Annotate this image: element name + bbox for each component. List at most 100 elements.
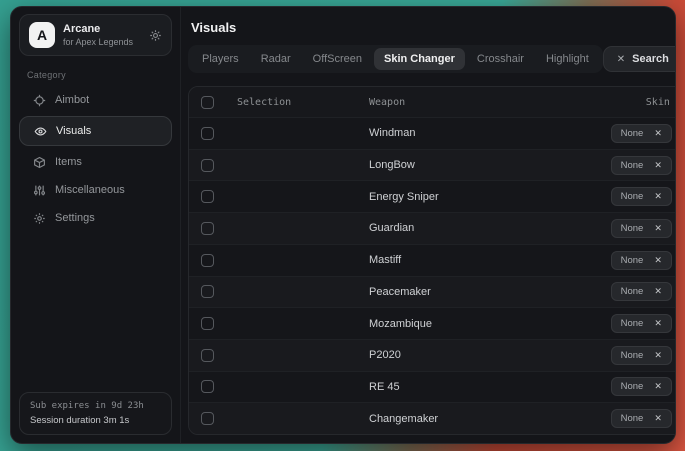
gear-icon <box>33 212 46 225</box>
search-button-label: Search <box>632 53 669 65</box>
column-header-skin: Skin <box>646 97 672 108</box>
sidebar-item-label: Items <box>55 156 82 168</box>
search-icon: ✕ <box>617 54 625 65</box>
sidebar: A Arcane for Apex Legends Category Aimbo… <box>11 7 181 443</box>
skin-badge[interactable]: None ✕ <box>611 314 672 333</box>
table-row: Windman None ✕ <box>189 117 676 149</box>
weapon-name: Energy Sniper <box>369 191 611 203</box>
sub-expiry-text: Sub expires in 9d 23h <box>30 401 161 411</box>
weapon-name: Mozambique <box>369 318 611 330</box>
tab-players[interactable]: Players <box>192 48 249 70</box>
skin-value: None <box>621 191 644 202</box>
sidebar-item-items[interactable]: Items <box>11 148 180 176</box>
crosshair-icon <box>33 94 46 107</box>
skin-badge[interactable]: None ✕ <box>611 377 672 396</box>
tab-crosshair[interactable]: Crosshair <box>467 48 534 70</box>
row-checkbox[interactable] <box>201 222 214 235</box>
clear-skin-icon[interactable]: ✕ <box>654 413 662 424</box>
table-row: Guardian None ✕ <box>189 212 676 244</box>
tab-highlight[interactable]: Highlight <box>536 48 599 70</box>
table-body: Windman None ✕ LongBow None ✕ Energy Sniper Non… <box>189 117 676 434</box>
main-panel: Visuals PlayersRadarOffScreenSkin Change… <box>181 7 676 443</box>
weapon-name: P2020 <box>369 349 611 361</box>
weapon-name: Windman <box>369 127 611 139</box>
sliders-icon <box>33 184 46 197</box>
tab-bar: PlayersRadarOffScreenSkin ChangerCrossha… <box>188 45 603 73</box>
brand-text: Arcane for Apex Legends <box>63 23 141 47</box>
tab-skin-changer[interactable]: Skin Changer <box>374 48 465 70</box>
table-row: Changemaker None ✕ <box>189 402 676 434</box>
skin-badge[interactable]: None ✕ <box>611 282 672 301</box>
weapon-name: Mastiff <box>369 254 611 266</box>
tab-radar[interactable]: Radar <box>251 48 301 70</box>
session-info-card: Sub expires in 9d 23h Session duration 3… <box>19 392 172 435</box>
column-header-selection: Selection <box>237 97 369 108</box>
row-checkbox[interactable] <box>201 127 214 140</box>
clear-skin-icon[interactable]: ✕ <box>654 128 662 139</box>
table-row: P2020None✕ <box>189 339 676 371</box>
clear-skin-icon[interactable]: ✕ <box>654 223 662 234</box>
row-checkbox[interactable] <box>201 159 214 172</box>
row-checkbox[interactable] <box>201 254 214 267</box>
skin-value: None <box>621 413 644 424</box>
clear-skin-icon[interactable]: ✕ <box>654 381 662 392</box>
app-window: A Arcane for Apex Legends Category Aimbo… <box>10 6 676 444</box>
session-duration-text: Session duration 3m 1s <box>30 415 161 426</box>
sidebar-nav: Aimbot Visuals Items Miscellaneous Settings <box>11 86 180 232</box>
weapon-name: Changemaker <box>369 413 611 425</box>
skin-badge[interactable]: None ✕ <box>611 124 672 143</box>
row-checkbox[interactable] <box>201 317 214 330</box>
table-row: Mozambique None ✕ <box>189 307 676 339</box>
table-row: LongBow None ✕ <box>189 149 676 181</box>
skin-value: None <box>621 286 644 297</box>
app-logo: A <box>29 22 55 48</box>
clear-skin-icon[interactable]: ✕ <box>654 350 662 361</box>
table-row: PeacemakerNone✕ <box>189 276 676 308</box>
clear-skin-icon[interactable]: ✕ <box>654 191 662 202</box>
app-title: Arcane <box>63 23 141 35</box>
skin-badge[interactable]: None ✕ <box>611 251 672 270</box>
row-checkbox[interactable] <box>201 380 214 393</box>
sidebar-item-label: Settings <box>55 212 95 224</box>
clear-skin-icon[interactable]: ✕ <box>654 286 662 297</box>
search-button[interactable]: ✕ Search <box>603 46 676 72</box>
skin-badge[interactable]: None ✕ <box>611 156 672 175</box>
eye-icon <box>34 125 47 138</box>
column-header-weapon: Weapon <box>369 97 646 108</box>
clear-skin-icon[interactable]: ✕ <box>654 160 662 171</box>
box-icon <box>33 156 46 169</box>
skin-value: None <box>621 128 644 139</box>
clear-skin-icon[interactable]: ✕ <box>654 255 662 266</box>
brand-card: A Arcane for Apex Legends <box>19 14 172 56</box>
sidebar-item-visuals[interactable]: Visuals <box>19 116 172 146</box>
sidebar-item-label: Visuals <box>56 125 91 137</box>
skin-badge[interactable]: None ✕ <box>611 187 672 206</box>
weapons-table: Selection Weapon Skin Windman None ✕ LongBo… <box>188 86 676 435</box>
skin-value: None <box>621 255 644 266</box>
weapon-name: Guardian <box>369 222 611 234</box>
row-checkbox[interactable] <box>201 285 214 298</box>
skin-badge[interactable]: None ✕ <box>611 409 672 428</box>
gear-icon[interactable] <box>149 29 162 42</box>
skin-value: None <box>621 318 644 329</box>
row-checkbox[interactable] <box>201 412 214 425</box>
select-all-checkbox[interactable] <box>201 96 214 109</box>
row-checkbox[interactable] <box>201 190 214 203</box>
skin-value: None <box>621 223 644 234</box>
row-checkbox[interactable] <box>201 349 214 362</box>
skin-badge[interactable]: None ✕ <box>611 219 672 238</box>
app-subtitle: for Apex Legends <box>63 37 141 47</box>
sidebar-item-aimbot[interactable]: Aimbot <box>11 86 180 114</box>
page-title: Visuals <box>188 20 676 35</box>
weapon-name: LongBow <box>369 159 611 171</box>
weapon-name: RE 45 <box>369 381 611 393</box>
table-row: Energy Sniper None ✕ <box>189 180 676 212</box>
skin-badge[interactable]: None✕ <box>611 346 672 365</box>
sidebar-item-label: Aimbot <box>55 94 89 106</box>
clear-skin-icon[interactable]: ✕ <box>654 318 662 329</box>
sidebar-item-settings[interactable]: Settings <box>11 204 180 232</box>
tab-offscreen[interactable]: OffScreen <box>303 48 372 70</box>
skin-value: None <box>621 160 644 171</box>
sidebar-item-miscellaneous[interactable]: Miscellaneous <box>11 176 180 204</box>
skin-value: None <box>621 381 644 392</box>
